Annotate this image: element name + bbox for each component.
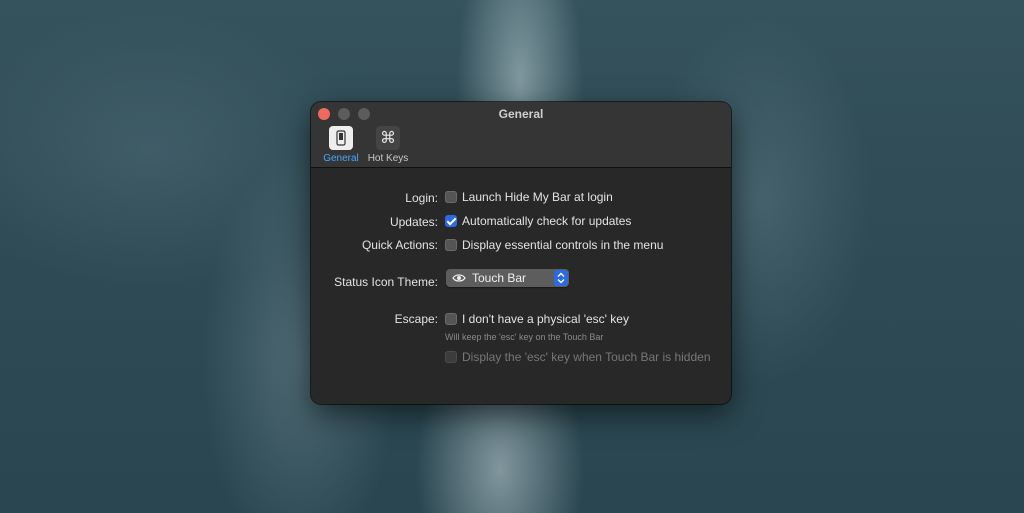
chevron-up-down-icon — [554, 270, 568, 286]
quick-actions-option-label[interactable]: Display essential controls in the menu — [462, 238, 663, 252]
tab-hot-keys-label: Hot Keys — [367, 153, 409, 164]
login-label: Login: — [405, 191, 438, 205]
title-bar: General General ⌘ Hot Keys — [311, 102, 731, 168]
login-option-label[interactable]: Launch Hide My Bar at login — [462, 190, 613, 204]
updates-label: Updates: — [389, 215, 438, 229]
status-icon-theme-value: Touch Bar — [472, 271, 527, 285]
phone-icon — [329, 126, 353, 150]
tab-general[interactable]: General — [315, 126, 367, 164]
escape-checkbox[interactable] — [445, 313, 457, 325]
status-icon-theme-label: Status Icon Theme: — [334, 275, 438, 289]
display-esc-option-label: Display the 'esc' key when Touch Bar is … — [462, 350, 711, 364]
command-key-icon: ⌘ — [376, 126, 400, 150]
updates-checkbox[interactable] — [445, 215, 457, 227]
quick-actions-checkbox[interactable] — [445, 239, 457, 251]
tab-general-label: General — [323, 153, 359, 164]
preferences-window: General General ⌘ Hot Keys Login: Launch… — [311, 102, 731, 404]
display-esc-checkbox[interactable] — [445, 351, 457, 363]
updates-option-label[interactable]: Automatically check for updates — [462, 214, 631, 228]
escape-label: Escape: — [394, 312, 438, 326]
quick-actions-label: Quick Actions: — [361, 238, 438, 252]
escape-hint-text: Will keep the 'esc' key on the Touch Bar — [445, 332, 604, 342]
login-checkbox[interactable] — [445, 191, 457, 203]
tab-hot-keys[interactable]: ⌘ Hot Keys — [362, 126, 414, 164]
eye-icon — [452, 274, 466, 282]
window-title: General — [498, 107, 544, 121]
status-icon-theme-popup[interactable]: Touch Bar — [446, 269, 569, 287]
escape-option-label[interactable]: I don't have a physical 'esc' key — [462, 312, 629, 326]
